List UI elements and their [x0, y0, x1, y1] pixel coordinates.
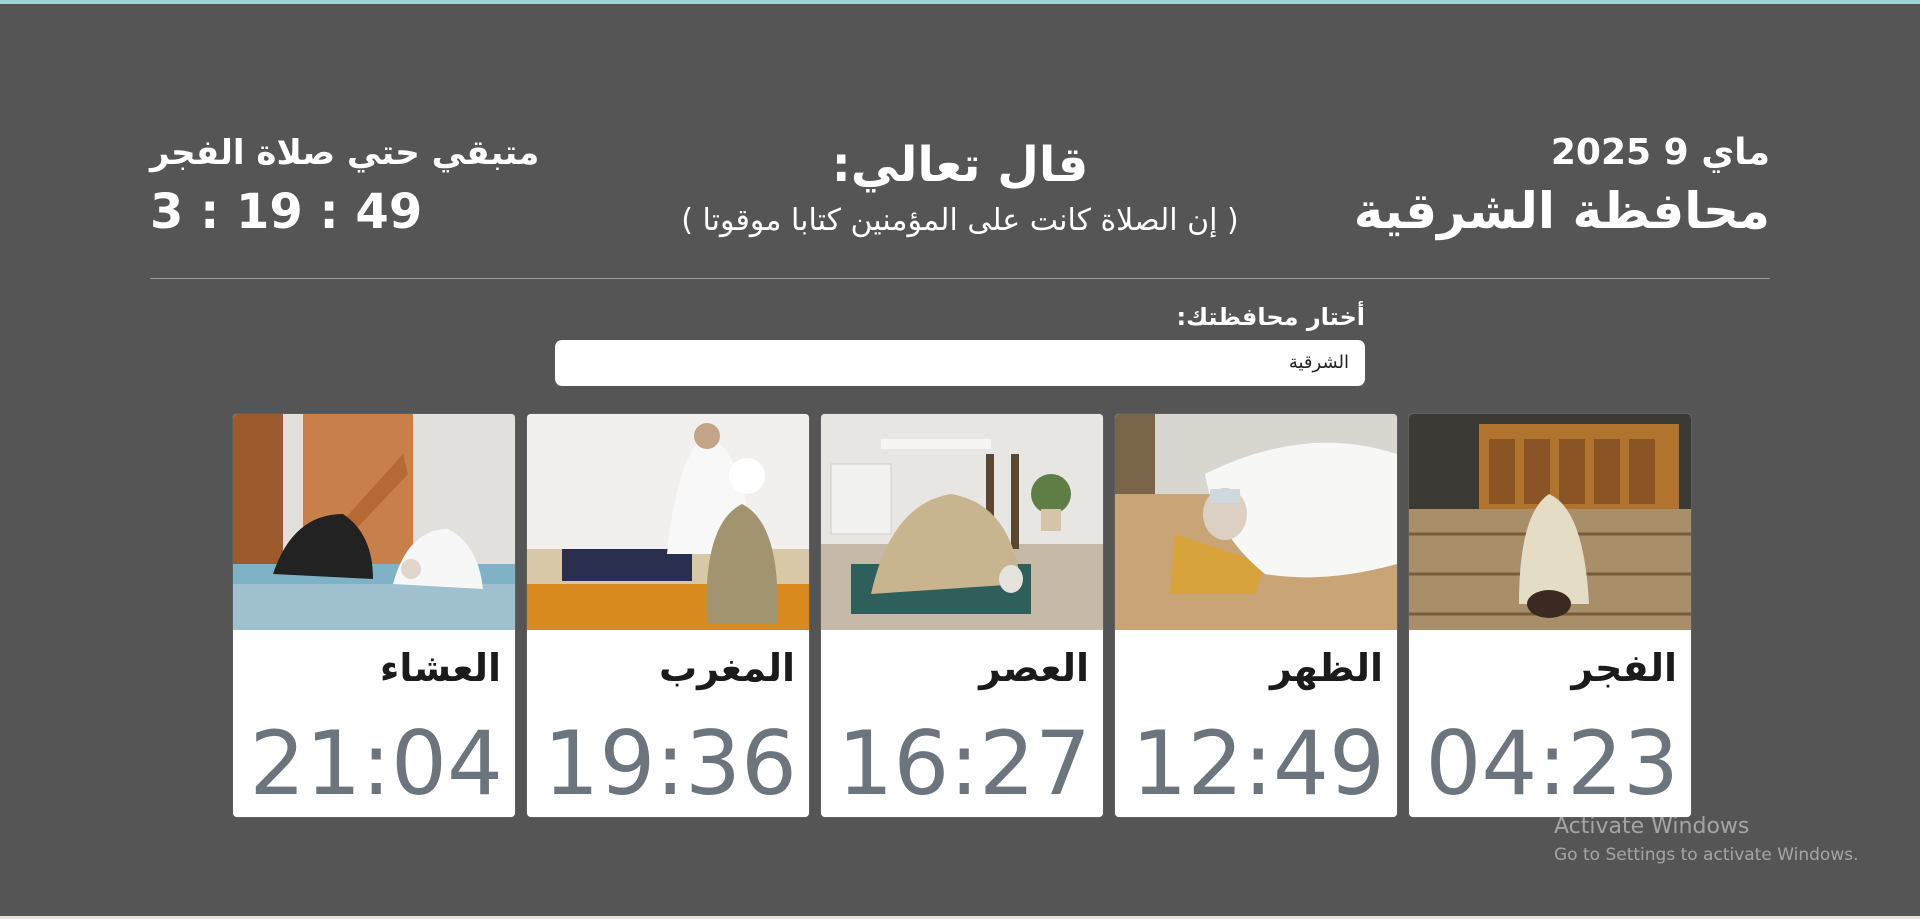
- current-date: ماي 9 2025: [1550, 132, 1770, 173]
- prayer-card-maghrib: المغرب 19:36: [527, 414, 809, 817]
- prayer-time: 19:36: [543, 712, 797, 815]
- prayer-photo-dhuhr-icon: [1115, 414, 1397, 630]
- prayer-photo-fajr-icon: [1409, 414, 1691, 630]
- countdown-label: متبقي حتي صلاة الفجر: [150, 133, 540, 173]
- prayer-name: المغرب: [658, 646, 795, 690]
- prayer-name: العصر: [979, 646, 1089, 690]
- watermark-subtitle: Go to Settings to activate Windows.: [1554, 845, 1859, 865]
- verse-block: قال تعالي: ( إن الصلاة كانت على المؤمنين…: [630, 130, 1290, 242]
- top-accent-line: [0, 0, 1920, 4]
- prayer-time: 16:27: [837, 712, 1091, 815]
- prayer-card-fajr: الفجر 04:23: [1409, 414, 1691, 817]
- page-header: ماي 9 2025 محافظة الشرقية قال تعالي: ( إ…: [150, 130, 1770, 250]
- prayer-card-dhuhr: الظهر 12:49: [1115, 414, 1397, 817]
- date-region-block: ماي 9 2025 محافظة الشرقية: [1354, 130, 1770, 244]
- prayer-name: العشاء: [379, 646, 501, 690]
- prayer-time: 21:04: [249, 712, 503, 815]
- verse-title: قال تعالي:: [831, 137, 1089, 193]
- header-divider: [150, 278, 1770, 279]
- prayer-photo-isha-icon: [233, 414, 515, 630]
- region-title: محافظة الشرقية: [1353, 182, 1770, 240]
- windows-activation-watermark: Activate Windows Go to Settings to activ…: [1554, 812, 1859, 868]
- prayer-card-isha: العشاء 21:04: [233, 414, 515, 817]
- prayer-name: الفجر: [1571, 646, 1677, 690]
- governorate-selector: أختار محافظتك: الشرقية: [555, 300, 1365, 386]
- prayer-time: 04:23: [1425, 712, 1679, 815]
- prayer-photo-maghrib-icon: [527, 414, 809, 630]
- prayer-card-asr: العصر 16:27: [821, 414, 1103, 817]
- prayer-cards: الفجر 04:23 الظهر 12:49 العصر 16:27 المغ…: [231, 414, 1691, 817]
- governorate-select[interactable]: الشرقية: [555, 340, 1365, 386]
- watermark-title: Activate Windows: [1554, 814, 1750, 839]
- prayer-time: 12:49: [1131, 712, 1385, 815]
- prayer-name: الظهر: [1269, 646, 1383, 690]
- countdown-timer: 3 : 19 : 49: [150, 184, 423, 240]
- prayer-photo-asr-icon: [821, 414, 1103, 630]
- verse-text: ( إن الصلاة كانت على المؤمنين كتابا موقو…: [681, 203, 1239, 238]
- countdown-block: متبقي حتي صلاة الفجر 3 : 19 : 49: [150, 130, 539, 244]
- governorate-label: أختار محافظتك:: [1176, 303, 1365, 331]
